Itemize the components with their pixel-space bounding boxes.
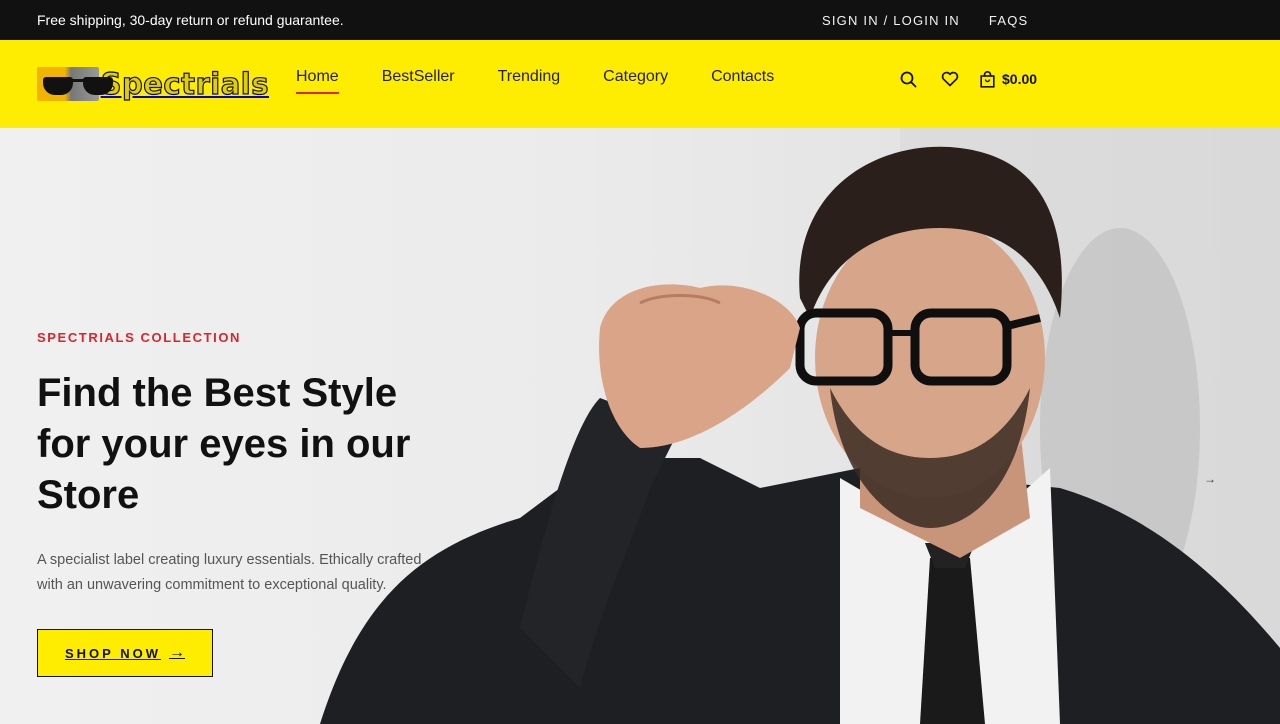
sunglasses-logo-icon: [37, 67, 113, 101]
cart-total: $0.00: [1002, 71, 1038, 87]
hero-description: A specialist label creating luxury essen…: [37, 552, 422, 593]
nav-item-home[interactable]: Home: [296, 68, 339, 94]
shopping-bag-icon: [980, 70, 995, 88]
site-header: Spectrials Home BestSeller Trending Cate…: [0, 40, 1280, 128]
cart-button[interactable]: $0.00: [980, 70, 1038, 88]
promo-text: Free shipping, 30-day return or refund g…: [37, 12, 344, 28]
arrow-right-icon: →: [169, 644, 185, 661]
heart-icon[interactable]: [940, 68, 960, 90]
shop-now-button[interactable]: SHOP NOW →: [37, 629, 213, 677]
shop-now-label: SHOP NOW: [65, 645, 161, 661]
hero-banner: SPECTRIALS COLLECTION Find the Best Styl…: [0, 128, 1280, 724]
logo-wordmark: Spectrials: [100, 66, 269, 101]
nav-item-trending[interactable]: Trending: [498, 68, 561, 94]
hero-headline: Find the Best Style for your eyes in our…: [37, 371, 411, 517]
main-nav: Home BestSeller Trending Category Contac…: [296, 68, 817, 94]
nav-item-bestseller[interactable]: BestSeller: [382, 68, 455, 94]
nav-item-contacts[interactable]: Contacts: [711, 68, 774, 94]
nav-item-category[interactable]: Category: [603, 68, 668, 94]
search-icon[interactable]: [898, 68, 918, 90]
account-links: SIGN IN / LOGIN IN FAQS: [822, 13, 1028, 28]
announcement-bar: Free shipping, 30-day return or refund g…: [0, 0, 1280, 40]
hero-eyebrow: SPECTRIALS COLLECTION: [37, 330, 242, 345]
header-actions: $0.00: [898, 68, 1037, 90]
slider-next-arrow-icon[interactable]: →: [1204, 472, 1216, 486]
site-logo[interactable]: Spectrials: [37, 66, 269, 102]
faqs-link[interactable]: FAQS: [989, 13, 1028, 28]
sign-in-link[interactable]: SIGN IN / LOGIN IN: [822, 13, 960, 28]
